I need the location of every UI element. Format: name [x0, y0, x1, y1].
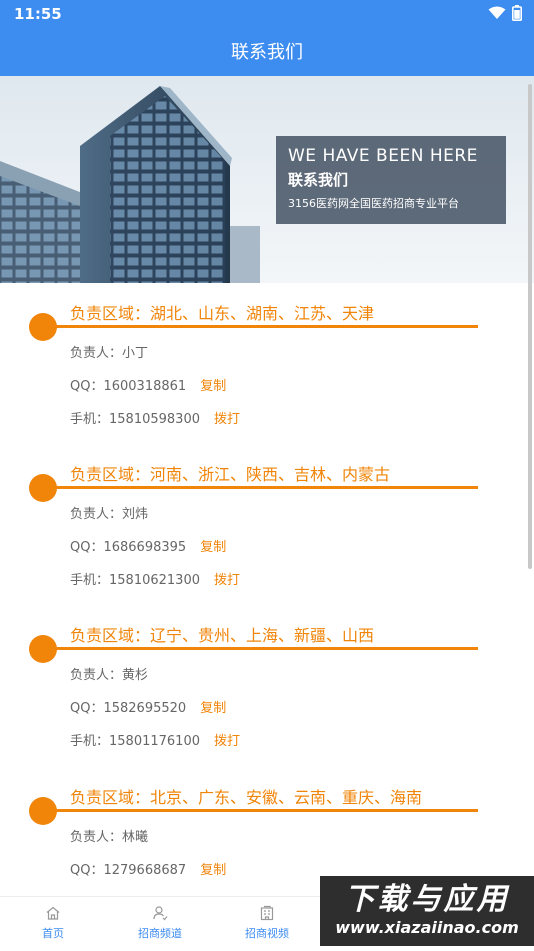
wifi-icon [488, 6, 506, 19]
app-header: 11:55 联系我们 [0, 0, 534, 76]
qq-number: QQ：1686698395 [70, 540, 187, 555]
status-time: 11:55 [14, 5, 62, 23]
region-title: 负责区域：辽宁、贵州、上海、新疆、山西 [70, 626, 375, 645]
qq-row: QQ：1582695520 复制 [70, 697, 226, 716]
region-marker [29, 635, 57, 663]
banner-heading-cn: 联系我们 [288, 171, 349, 189]
region-divider [40, 486, 478, 489]
call-button[interactable]: 拨打 [214, 734, 240, 749]
banner-subtitle: 3156医药网全国医药招商专业平台 [288, 197, 459, 210]
region-marker [29, 474, 57, 502]
region-marker [29, 797, 57, 825]
user-icon [153, 906, 168, 921]
watermark-logo: 下载与应用 www.xiazaiinao.com [320, 876, 534, 946]
banner-caption: WE HAVE BEEN HERE 联系我们 3156医药网全国医药招商专业平台 [276, 136, 506, 224]
home-icon [46, 906, 60, 920]
region-card: 负责区域：辽宁、贵州、上海、新疆、山西 负责人：黄杉 QQ：1582695520… [0, 620, 534, 770]
region-marker [29, 313, 57, 341]
contact-person: 负责人：黄杉 [70, 668, 149, 683]
phone-number: 手机：15810621300 [70, 573, 200, 588]
status-icons [488, 5, 522, 21]
nav-item-home[interactable]: 首页 [13, 905, 93, 941]
nav-item-channel[interactable]: 招商频道 [120, 905, 200, 941]
qq-number: QQ：1600318861 [70, 379, 187, 394]
phone-number: 手机：15810598300 [70, 412, 200, 427]
phone-row: 手机：15801176100 拨打 [70, 730, 240, 749]
qq-number: QQ：1279668687 [70, 863, 187, 878]
qq-number: QQ：1582695520 [70, 701, 187, 716]
nav-label-channel: 招商频道 [138, 927, 182, 940]
region-divider [40, 325, 478, 328]
watermark-url: www.xiazaiinao.com [335, 918, 519, 937]
page-title: 联系我们 [231, 42, 303, 63]
battery-icon [512, 5, 522, 21]
building-icon [260, 905, 274, 921]
region-divider [40, 809, 478, 812]
contact-person: 负责人：小丁 [70, 346, 149, 361]
region-title: 负责区域：湖北、山东、湖南、江苏、天津 [70, 304, 375, 323]
qq-row: QQ：1686698395 复制 [70, 536, 226, 555]
phone-row: 手机：15810621300 拨打 [70, 569, 240, 588]
region-card: 负责区域：河南、浙江、陕西、吉林、内蒙古 负责人：刘炜 QQ：168669839… [0, 459, 534, 609]
call-button[interactable]: 拨打 [214, 412, 240, 427]
region-title: 负责区域：河南、浙江、陕西、吉林、内蒙古 [70, 465, 391, 484]
nav-item-video[interactable]: 招商视频 [227, 905, 307, 941]
qq-row: QQ：1279668687 复制 [70, 859, 226, 878]
banner: WE HAVE BEEN HERE 联系我们 3156医药网全国医药招商专业平台 [0, 76, 534, 283]
banner-heading-en: WE HAVE BEEN HERE [288, 146, 478, 166]
contact-person: 负责人：刘炜 [70, 507, 149, 522]
copy-button[interactable]: 复制 [200, 540, 226, 555]
copy-button[interactable]: 复制 [200, 701, 226, 716]
region-title: 负责区域：北京、广东、安徽、云南、重庆、海南 [70, 788, 423, 807]
watermark-title: 下载与应用 [344, 882, 510, 917]
contact-person: 负责人：林曦 [70, 830, 149, 845]
phone-number: 手机：15801176100 [70, 734, 200, 749]
phone-row: 手机：15810598300 拨打 [70, 408, 240, 427]
nav-label-home: 首页 [42, 927, 64, 940]
region-divider [40, 647, 478, 650]
region-card: 负责区域：湖北、山东、湖南、江苏、天津 负责人：小丁 QQ：1600318861… [0, 298, 534, 448]
copy-button[interactable]: 复制 [200, 379, 226, 394]
call-button[interactable]: 拨打 [214, 573, 240, 588]
qq-row: QQ：1600318861 复制 [70, 375, 226, 394]
nav-label-video: 招商视频 [245, 927, 289, 940]
copy-button[interactable]: 复制 [200, 863, 226, 878]
